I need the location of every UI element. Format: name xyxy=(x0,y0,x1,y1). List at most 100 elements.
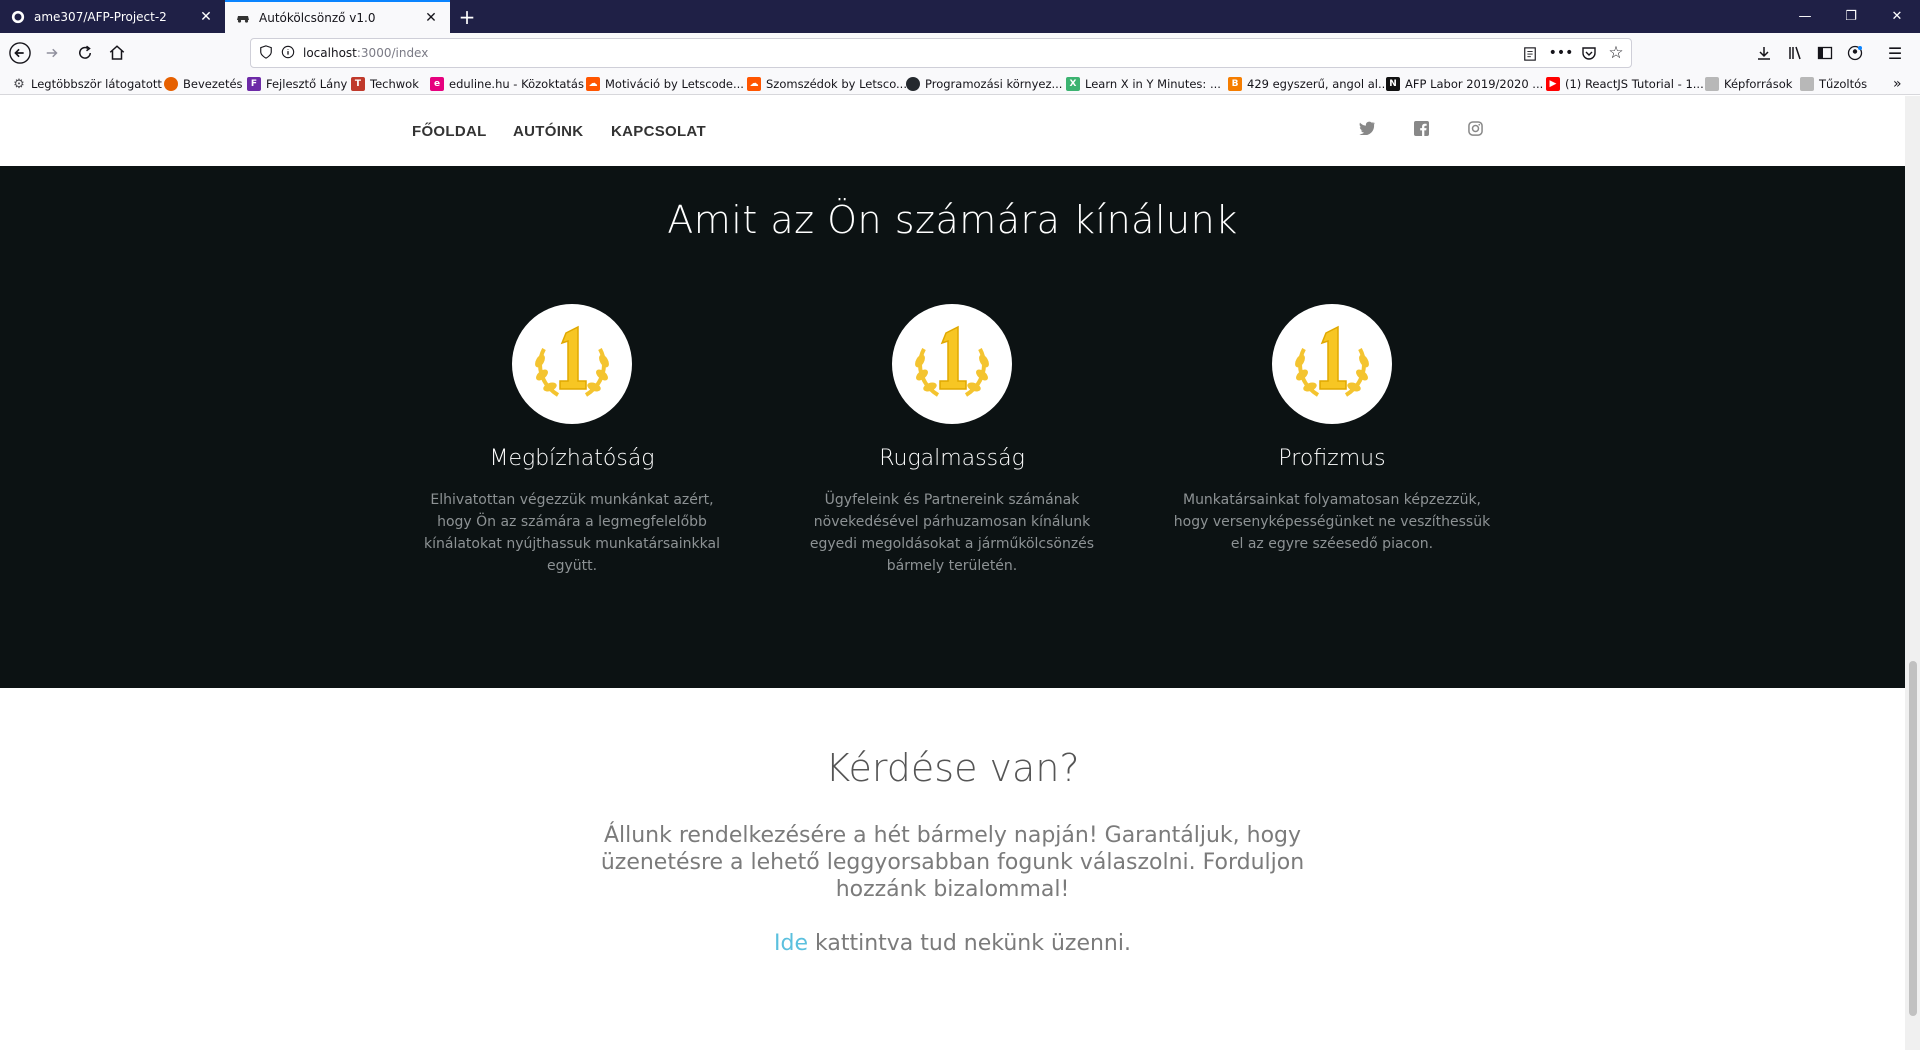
new-tab-button[interactable]: + xyxy=(455,5,479,29)
contact-cta-text: kattintva tud nekünk üzenni. xyxy=(808,931,1131,956)
tab-autokolcsonzo[interactable]: Autókölcsönző v1.0 ✕ xyxy=(225,0,450,33)
question-title: Kérdése van? xyxy=(825,746,1080,790)
bookmark-label: Legtöbbször látogatott xyxy=(31,77,162,91)
bookmark-item[interactable]: ▶ (1) ReactJS Tutorial - 1... xyxy=(1546,75,1704,93)
info-icon[interactable] xyxy=(281,44,295,63)
bookmark-label: Fejlesztő Lány xyxy=(266,77,348,91)
twitter-icon[interactable] xyxy=(1357,118,1377,138)
bookmark-item[interactable]: Bevezetés xyxy=(164,75,243,93)
bookmark-item[interactable]: Tűzoltós xyxy=(1800,75,1867,93)
question-text: Állunk rendelkezésére a hét bármely napj… xyxy=(600,823,1305,902)
minimize-button[interactable]: — xyxy=(1782,0,1828,33)
bookmark-label: Szomszédok by Letsco... xyxy=(766,77,907,91)
navigation-toolbar: localhost:3000/index ••• ☆ ☰ xyxy=(0,33,1920,73)
site-icon: T xyxy=(351,77,365,91)
bookmark-item[interactable]: e eduline.hu - Közoktatás xyxy=(430,75,584,93)
nav-link-cars[interactable]: AUTÓINK xyxy=(513,123,583,140)
laurel-medal-icon xyxy=(512,304,632,424)
url-host: localhost xyxy=(303,46,357,60)
back-button[interactable] xyxy=(5,39,35,67)
bookmark-star-icon[interactable]: ☆ xyxy=(1601,39,1631,67)
page-viewport: FŐOLDAL AUTÓINK KAPCSOLAT Amit az Ön szá… xyxy=(0,96,1905,1050)
close-icon[interactable]: ✕ xyxy=(195,6,217,28)
scrollbar-thumb[interactable] xyxy=(1909,661,1917,1016)
downloads-icon[interactable] xyxy=(1749,39,1779,67)
site-icon: X xyxy=(1066,77,1080,91)
feature-text: Ügyfeleink és Partnereink számának növek… xyxy=(809,492,1095,574)
bookmark-item[interactable]: X Learn X in Y Minutes: ... xyxy=(1066,75,1221,93)
offer-section: Amit az Ön számára kínálunk Megbízhatósá… xyxy=(0,166,1905,688)
bookmark-item[interactable]: Képforrások xyxy=(1705,75,1792,93)
folder-icon xyxy=(1705,77,1719,91)
instagram-icon[interactable] xyxy=(1465,118,1485,138)
laurel-medal-icon xyxy=(892,304,1012,424)
tab-bar: ame307/AFP-Project-2 ✕ Autókölcsönző v1.… xyxy=(0,0,1920,33)
menu-icon[interactable]: ☰ xyxy=(1880,39,1910,67)
contact-link[interactable]: Ide xyxy=(774,931,808,956)
shield-icon xyxy=(259,44,273,63)
sidebar-icon[interactable] xyxy=(1810,39,1840,67)
bookmark-label: Motiváció by Letscode... xyxy=(605,77,744,91)
laurel-medal-icon xyxy=(1272,304,1392,424)
bookmark-item[interactable]: ⚙ Legtöbbször látogatott xyxy=(12,75,162,93)
github-icon xyxy=(906,77,920,91)
bookmark-label: (1) ReactJS Tutorial - 1... xyxy=(1565,77,1704,91)
tab-label: ame307/AFP-Project-2 xyxy=(34,9,167,24)
site-header: FŐOLDAL AUTÓINK KAPCSOLAT xyxy=(0,96,1905,166)
nav-link-contact[interactable]: KAPCSOLAT xyxy=(611,123,706,140)
page-scrollbar[interactable] xyxy=(1905,96,1920,1050)
back-arrow-icon xyxy=(9,42,31,64)
youtube-icon: ▶ xyxy=(1546,77,1560,91)
bookmark-item[interactable]: F Fejlesztő Lány xyxy=(247,75,347,93)
library-icon[interactable] xyxy=(1781,39,1811,67)
bookmark-item[interactable]: ☁ Motiváció by Letscode... xyxy=(586,75,744,93)
bookmark-item[interactable]: T Techwok xyxy=(351,75,419,93)
soundcloud-icon: ☁ xyxy=(747,77,761,91)
nav-link-home[interactable]: FŐOLDAL xyxy=(412,123,487,140)
github-icon xyxy=(10,9,26,25)
feature-text: Munkatársainkat folyamatosan képzezzük, … xyxy=(1173,492,1491,552)
bookmark-label: Tűzoltós xyxy=(1819,77,1868,91)
soundcloud-icon: ☁ xyxy=(586,77,600,91)
bookmark-label: Techwok xyxy=(370,77,419,91)
bookmark-item[interactable]: Programozási környez... xyxy=(906,75,1062,93)
contact-cta: Ide kattintva tud nekünk üzenni. xyxy=(0,931,1905,956)
reload-button[interactable] xyxy=(70,39,100,67)
page-actions-icon[interactable]: ••• xyxy=(1546,39,1576,67)
pocket-icon[interactable] xyxy=(1574,39,1604,67)
bookmark-item[interactable]: N AFP Labor 2019/2020 ... xyxy=(1386,75,1543,93)
blogger-icon: B xyxy=(1228,77,1242,91)
tab-github[interactable]: ame307/AFP-Project-2 ✕ xyxy=(0,0,225,33)
bookmark-label: Programozási környez... xyxy=(925,77,1063,91)
bookmarks-overflow-icon[interactable]: » xyxy=(1893,75,1902,93)
home-button[interactable] xyxy=(102,39,132,67)
feature-title: Rugalmasság xyxy=(879,446,1025,471)
maximize-button[interactable]: ❐ xyxy=(1828,0,1874,33)
bookmarks-toolbar: ⚙ Legtöbbször látogatott Bevezetés F Fejle… xyxy=(0,73,1920,95)
notion-icon: N xyxy=(1386,77,1400,91)
account-icon[interactable] xyxy=(1840,39,1870,67)
facebook-icon[interactable] xyxy=(1411,118,1431,138)
reader-view-icon[interactable] xyxy=(1523,46,1537,65)
firefox-icon xyxy=(164,77,178,91)
bookmark-label: Learn X in Y Minutes: ... xyxy=(1085,77,1221,91)
feature-card: Megbízhatóság Elhivatottan végezzük munk… xyxy=(392,304,752,577)
feature-card: Profizmus Munkatársainkat folyamatosan k… xyxy=(1152,304,1512,555)
window-close-button[interactable]: ✕ xyxy=(1874,0,1920,33)
car-icon xyxy=(235,10,251,26)
gear-icon: ⚙ xyxy=(13,76,25,92)
url-path: :3000/index xyxy=(356,46,429,60)
forward-button[interactable] xyxy=(37,39,67,67)
url-bar[interactable]: localhost:3000/index xyxy=(250,38,1632,68)
site-icon: e xyxy=(430,77,444,91)
feature-card: Rugalmasság Ügyfeleink és Partnereink sz… xyxy=(772,304,1132,577)
close-icon[interactable]: ✕ xyxy=(420,7,442,29)
bookmark-item[interactable]: ☁ Szomszédok by Letsco... xyxy=(747,75,907,93)
feature-title: Megbízhatóság xyxy=(489,446,655,471)
bookmark-label: AFP Labor 2019/2020 ... xyxy=(1405,77,1544,91)
bookmark-item[interactable]: B 429 egyszerű, angol al... xyxy=(1228,75,1389,93)
contact-section: Kérdése van? Állunk rendelkezésére a hét… xyxy=(0,746,1905,956)
feature-title: Profizmus xyxy=(1278,446,1386,471)
section-title: Amit az Ön számára kínálunk xyxy=(667,198,1238,242)
bookmark-label: eduline.hu - Közoktatás xyxy=(449,77,584,91)
